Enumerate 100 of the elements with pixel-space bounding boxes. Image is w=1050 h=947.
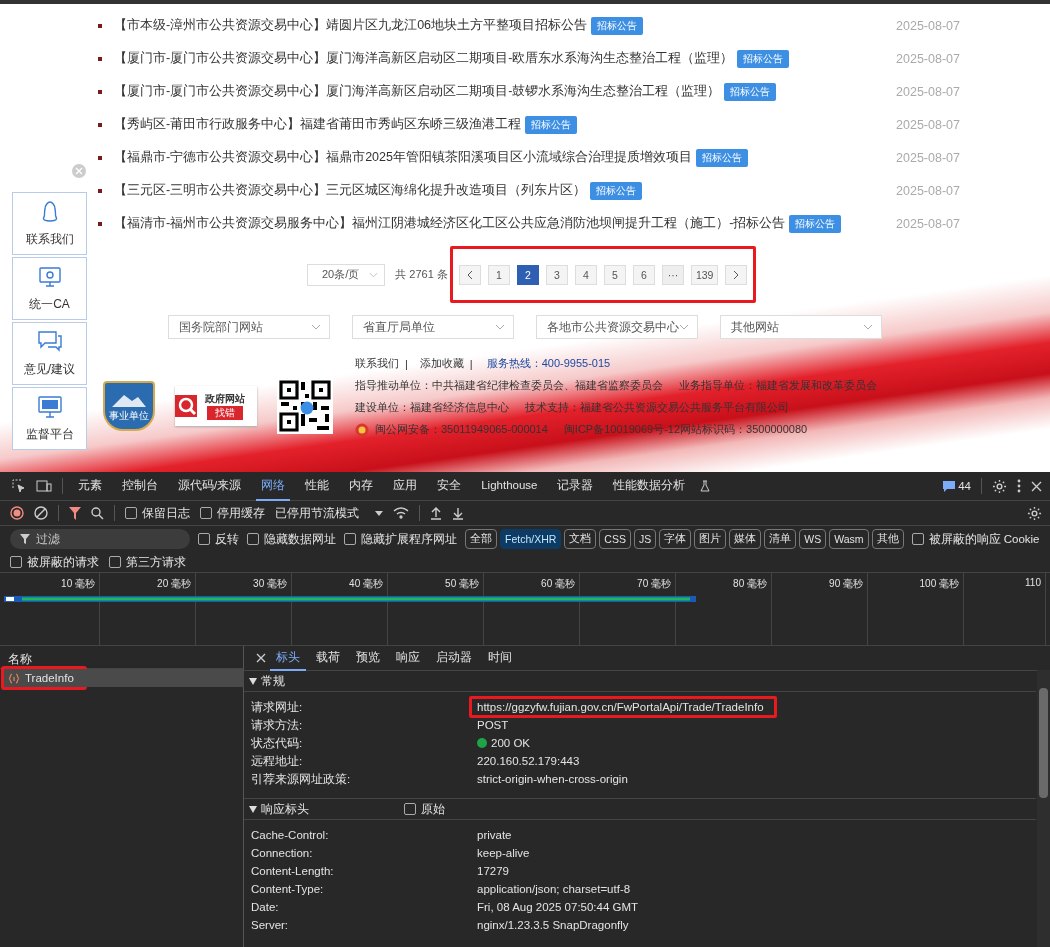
detail-tab[interactable]: 载荷 xyxy=(310,645,346,671)
wifi-settings-icon[interactable] xyxy=(393,507,409,519)
type-filter-chip[interactable]: 文档 xyxy=(564,529,597,549)
type-filter-chip[interactable]: Wasm xyxy=(829,529,869,549)
filter-field[interactable]: 过滤 xyxy=(10,529,190,549)
devtools-tab[interactable]: 应用 xyxy=(388,471,423,501)
more-options-icon[interactable] xyxy=(1017,479,1021,493)
header-name: Server: xyxy=(251,919,290,931)
announcement-link[interactable]: 【厦门市-厦门市公共资源交易中心】厦门海洋高新区启动区二期项目-鼓锣水系海沟生态整治工程（监理） xyxy=(114,83,721,100)
throttling-dropdown[interactable]: 已停用节流模式 xyxy=(275,505,383,521)
page-button[interactable]: 5 xyxy=(603,265,626,285)
devtools-tab[interactable]: 源代码/来源 xyxy=(173,471,247,501)
stop-recording-icon[interactable] xyxy=(10,506,24,520)
site-dropdown[interactable]: 各地市公共资源交易中心 xyxy=(536,315,698,339)
announcement-link[interactable]: 【市本级-漳州市公共资源交易中心】靖圆片区九龙江06地块土方平整项目招标公告 xyxy=(114,17,588,34)
issues-badge[interactable]: 44 xyxy=(943,480,971,492)
page-button[interactable]: 2 xyxy=(516,265,539,285)
header-name: Cache-Control: xyxy=(251,829,330,841)
sidebar-button[interactable]: 意见/建议 xyxy=(12,322,87,385)
devtools-tab[interactable]: 性能数据分析 xyxy=(608,471,691,501)
footer-link[interactable]: 联系我们 xyxy=(355,356,399,371)
sidebar-button[interactable]: 监督平台 xyxy=(12,387,87,450)
footer-link[interactable]: 添加收藏 xyxy=(419,356,464,371)
category-tag: 招标公告 xyxy=(737,49,790,68)
section-header[interactable]: 常规 xyxy=(249,673,404,689)
section-header[interactable]: 响应标头 xyxy=(249,801,404,817)
type-filter-chip[interactable]: 字体 xyxy=(659,529,692,549)
detail-tab[interactable]: 标头 xyxy=(270,645,306,671)
time-tick-label: 30 毫秒 xyxy=(253,577,287,589)
checkbox[interactable] xyxy=(109,556,121,568)
header-value: private xyxy=(477,829,512,841)
detail-tab[interactable]: 预览 xyxy=(350,645,386,671)
announcement-link[interactable]: 【秀屿区-莆田市行政服务中心】福建省莆田市秀屿区东峤三级渔港工程 xyxy=(114,116,522,133)
message-icon xyxy=(943,480,956,492)
checkbox[interactable] xyxy=(200,507,212,519)
page-button[interactable]: 139 xyxy=(690,265,719,285)
upload-icon[interactable] xyxy=(430,506,442,520)
type-filter-chip[interactable]: 媒体 xyxy=(729,529,762,549)
time-tick-label: 90 毫秒 xyxy=(829,577,863,589)
checkbox[interactable] xyxy=(10,556,22,568)
type-filter-chip[interactable]: 全部 xyxy=(465,529,497,549)
devtools-tab[interactable]: 元素 xyxy=(73,471,107,501)
time-tick-label: 50 毫秒 xyxy=(445,577,479,589)
devtools-tab[interactable]: 网络 xyxy=(256,471,291,501)
time-tick-label: 110 xyxy=(1025,577,1041,589)
announcement-link[interactable]: 【厦门市-厦门市公共资源交易中心】厦门海洋高新区启动区二期项目-欧厝东水系海沟生态整治工程（监理） xyxy=(114,50,734,67)
devtools-tab[interactable]: 记录器 xyxy=(552,471,599,501)
devtools-tab[interactable]: 性能 xyxy=(300,471,335,501)
download-icon[interactable] xyxy=(452,506,464,520)
devtools-tab[interactable]: Lighthouse xyxy=(476,473,543,499)
filter-icon[interactable] xyxy=(69,506,81,520)
error-report-badge[interactable]: 政府网站 找错 xyxy=(175,386,257,426)
checkbox[interactable] xyxy=(344,533,356,545)
checkbox[interactable] xyxy=(198,533,210,545)
type-filter-chip[interactable]: WS xyxy=(799,529,827,549)
inspect-icon[interactable] xyxy=(12,479,26,493)
settings-icon[interactable] xyxy=(1027,505,1042,521)
checkbox[interactable] xyxy=(911,533,924,545)
devtools-tab[interactable]: 安全 xyxy=(432,471,467,501)
clear-icon[interactable] xyxy=(34,506,48,520)
type-filter-chip[interactable]: JS xyxy=(633,529,657,549)
type-filter-chip[interactable]: 清单 xyxy=(764,529,797,549)
footer-text: 闽公网安备：35011949065-000014 xyxy=(375,422,548,437)
page-size-select[interactable]: 20条/页 xyxy=(307,263,386,286)
footer-text: 业务指导单位：福建省发展和改革委员会 xyxy=(679,378,877,393)
announcement-link[interactable]: 【福清市-福州市公共资源交易服务中心】福州江阴港城经济区化工区公共应急消防池坝闸提升工程（施工）-招标公告 xyxy=(114,215,786,232)
checkbox[interactable] xyxy=(125,507,137,519)
checkbox[interactable] xyxy=(404,803,416,815)
page-button[interactable]: 3 xyxy=(545,265,568,285)
page-button[interactable]: 4 xyxy=(574,265,597,285)
checkbox[interactable] xyxy=(247,533,259,545)
detail-tab[interactable]: 响应 xyxy=(390,645,426,671)
search-icon[interactable] xyxy=(91,506,104,520)
announcement-link[interactable]: 【福鼎市-宁德市公共资源交易中心】福鼎市2025年管阳镇茶阳溪项目区小流域综合治理提质增效项目 xyxy=(114,149,692,166)
timeline-overview[interactable]: 10 毫秒 20 毫秒 30 毫秒 40 毫秒 50 毫秒 60 毫秒 70 毫秒 80 毫秒 90 毫秒 100 毫秒 110 xyxy=(0,573,1050,646)
site-dropdown[interactable]: 省直厅局单位 xyxy=(352,315,514,339)
devtools-tab[interactable]: 内存 xyxy=(344,471,379,501)
scrollbar[interactable] xyxy=(1037,670,1050,947)
close-icon[interactable] xyxy=(1031,480,1042,492)
settings-icon[interactable] xyxy=(992,478,1007,494)
detail-tab[interactable]: 启动器 xyxy=(430,645,478,671)
device-toggle-icon[interactable] xyxy=(36,479,52,493)
type-filter-chip[interactable]: 其他 xyxy=(871,529,904,549)
bullet-icon xyxy=(98,56,102,61)
announcement-link[interactable]: 【三元区-三明市公共资源交易中心】三元区城区海绵化提升改造项目（列东片区） xyxy=(114,182,587,199)
type-filter-chip[interactable]: CSS xyxy=(599,529,631,549)
site-dropdown[interactable]: 其他网站 xyxy=(720,315,882,339)
type-filter-chip[interactable]: 图片 xyxy=(694,529,727,549)
checkbox-label: 第三方请求 xyxy=(126,554,186,570)
close-icon[interactable] xyxy=(256,653,266,663)
more-pages-button[interactable]: ··· xyxy=(661,265,684,285)
sidebar-button[interactable]: 联系我们 xyxy=(12,192,87,255)
sidebar-button[interactable]: 统一CA xyxy=(12,257,87,320)
detail-tab[interactable]: 时间 xyxy=(482,645,518,671)
request-row[interactable]: TradeInfo xyxy=(4,669,244,687)
page-button[interactable]: 6 xyxy=(632,265,655,285)
type-filter-chip[interactable]: Fetch/XHR xyxy=(500,529,562,549)
site-dropdown[interactable]: 国务院部门网站 xyxy=(168,315,330,339)
page-button[interactable]: 1 xyxy=(487,265,510,285)
devtools-tab[interactable]: 控制台 xyxy=(117,471,163,501)
